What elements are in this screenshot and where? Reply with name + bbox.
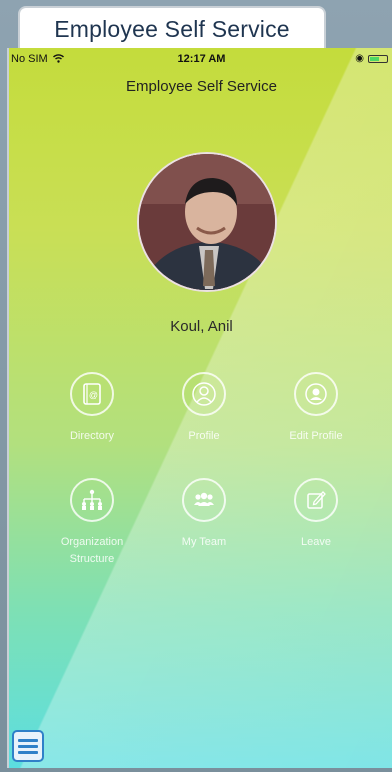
team-circle — [182, 478, 226, 522]
organization-structure-icon — [82, 489, 102, 510]
menu-item-my-team[interactable]: My Team — [149, 478, 259, 551]
status-bar: No SIM 12:17 AM ◉ — [9, 48, 392, 70]
directory-icon: @ — [83, 383, 101, 405]
menu-label-profile: Profile — [188, 430, 220, 442]
svg-text:@: @ — [89, 390, 98, 400]
hamburger-line — [18, 750, 38, 754]
avatar[interactable] — [137, 152, 277, 292]
menu-label-directory: Directory — [69, 430, 114, 442]
window-title-tab: Employee Self Service — [18, 6, 326, 50]
avatar-photo — [139, 154, 275, 290]
edit-profile-circle — [294, 372, 338, 416]
app-title: Employee Self Service — [126, 78, 277, 95]
menu-label-my-team: My Team — [181, 536, 227, 548]
window-title: Employee Self Service — [54, 15, 290, 42]
hamburger-line — [18, 738, 38, 742]
leave-icon — [307, 491, 326, 509]
edit-profile-icon — [305, 383, 327, 405]
user-name: Koul, Anil — [170, 318, 233, 335]
profile-icon — [192, 382, 216, 406]
menu-item-directory[interactable]: @ Directory — [37, 372, 147, 445]
menu-label-organization-structure: Organization Structure — [57, 534, 127, 568]
organization-structure-text: Organization Structure — [60, 536, 124, 565]
menu-item-profile[interactable]: Profile — [149, 372, 259, 445]
hamburger-line — [18, 744, 38, 748]
status-time: 12:17 AM — [177, 53, 226, 65]
rotation-lock-icon: ◉ — [355, 53, 364, 64]
profile-circle — [182, 372, 226, 416]
battery-icon — [368, 54, 388, 63]
menu-item-leave[interactable]: Leave — [261, 478, 371, 551]
menu-item-edit-profile[interactable]: Edit Profile — [261, 372, 371, 445]
hamburger-menu-button[interactable] — [12, 730, 44, 762]
organization-circle — [70, 478, 114, 522]
team-icon — [194, 492, 214, 506]
menu-label-edit-profile: Edit Profile — [289, 430, 343, 442]
directory-circle: @ — [70, 372, 114, 416]
menu-label-leave: Leave — [301, 536, 331, 548]
status-right: ◉ — [355, 53, 388, 64]
leave-circle — [294, 478, 338, 522]
menu-item-organization-structure[interactable]: Organization Structure — [37, 478, 147, 568]
phone-screen: No SIM 12:17 AM ◉ Employee Self Service … — [7, 48, 392, 768]
